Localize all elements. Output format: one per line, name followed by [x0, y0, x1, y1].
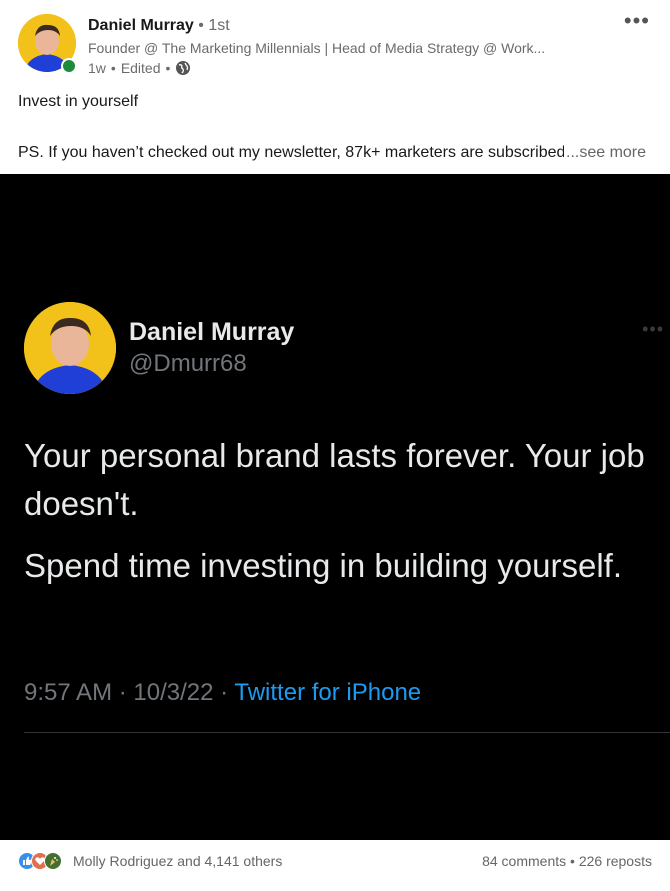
meta-separator: •: [165, 60, 171, 76]
tweet-time: 9:57 AM: [24, 679, 113, 706]
tweet-more-icon: •••: [642, 319, 664, 339]
edited-label: Edited: [120, 60, 161, 76]
tweet-screenshot-image[interactable]: Daniel Murray @Dmurr68 ••• Your personal…: [0, 174, 670, 840]
tweet-meta-separator: ·: [220, 679, 229, 706]
comments-count[interactable]: 84 comments: [482, 853, 566, 869]
connection-separator: •: [198, 17, 204, 34]
meta-separator: •: [110, 60, 116, 76]
author-name[interactable]: Daniel Murray: [88, 17, 194, 34]
author-line: Daniel Murray • 1st: [88, 16, 230, 36]
tweet-body-paragraph-2: Spend time investing in building yoursel…: [24, 547, 623, 584]
tweet-divider: [24, 732, 670, 733]
tweet-body-paragraph-1: Your personal brand lasts forever. Your …: [24, 437, 645, 522]
see-more-link[interactable]: ...see more: [566, 143, 647, 163]
tweet-author-name: Daniel Murray: [129, 318, 295, 346]
social-counts-bar: Molly Rodriguez and 4,141 others 84 comm…: [0, 840, 670, 891]
post-meta: 1w • Edited •: [88, 59, 191, 77]
reposts-count[interactable]: 226 reposts: [579, 853, 652, 869]
reaction-icons[interactable]: [18, 852, 62, 870]
connection-degree: 1st: [208, 17, 230, 34]
tweet-avatar: [24, 302, 116, 394]
post-ps-text: PS. If you haven’t checked out my newsle…: [18, 144, 564, 161]
online-status-dot: [61, 58, 77, 74]
tweet-meta-separator: ·: [118, 679, 127, 706]
author-headline: Founder @ The Marketing Millennials | He…: [88, 40, 546, 56]
engagement-separator: •: [570, 853, 575, 869]
tweet-source: Twitter for iPhone: [234, 679, 422, 706]
reaction-summary[interactable]: Molly Rodriguez and 4,141 others: [73, 853, 282, 869]
tweet-meta: 9:57 AM · 10/3/22 · Twitter for iPhone: [24, 679, 421, 707]
globe-icon: [175, 60, 191, 76]
tweet-author-handle: @Dmurr68: [129, 350, 247, 377]
celebrate-icon: [44, 852, 62, 870]
tweet-date: 10/3/22: [133, 679, 214, 706]
more-options-button[interactable]: •••: [624, 10, 650, 32]
engagement-counts: 84 comments • 226 reposts: [482, 853, 652, 869]
post-time: 1w: [88, 60, 106, 76]
post-header: Daniel Murray • 1st Founder @ The Market…: [0, 0, 670, 90]
post-text: Invest in yourself: [18, 93, 139, 110]
